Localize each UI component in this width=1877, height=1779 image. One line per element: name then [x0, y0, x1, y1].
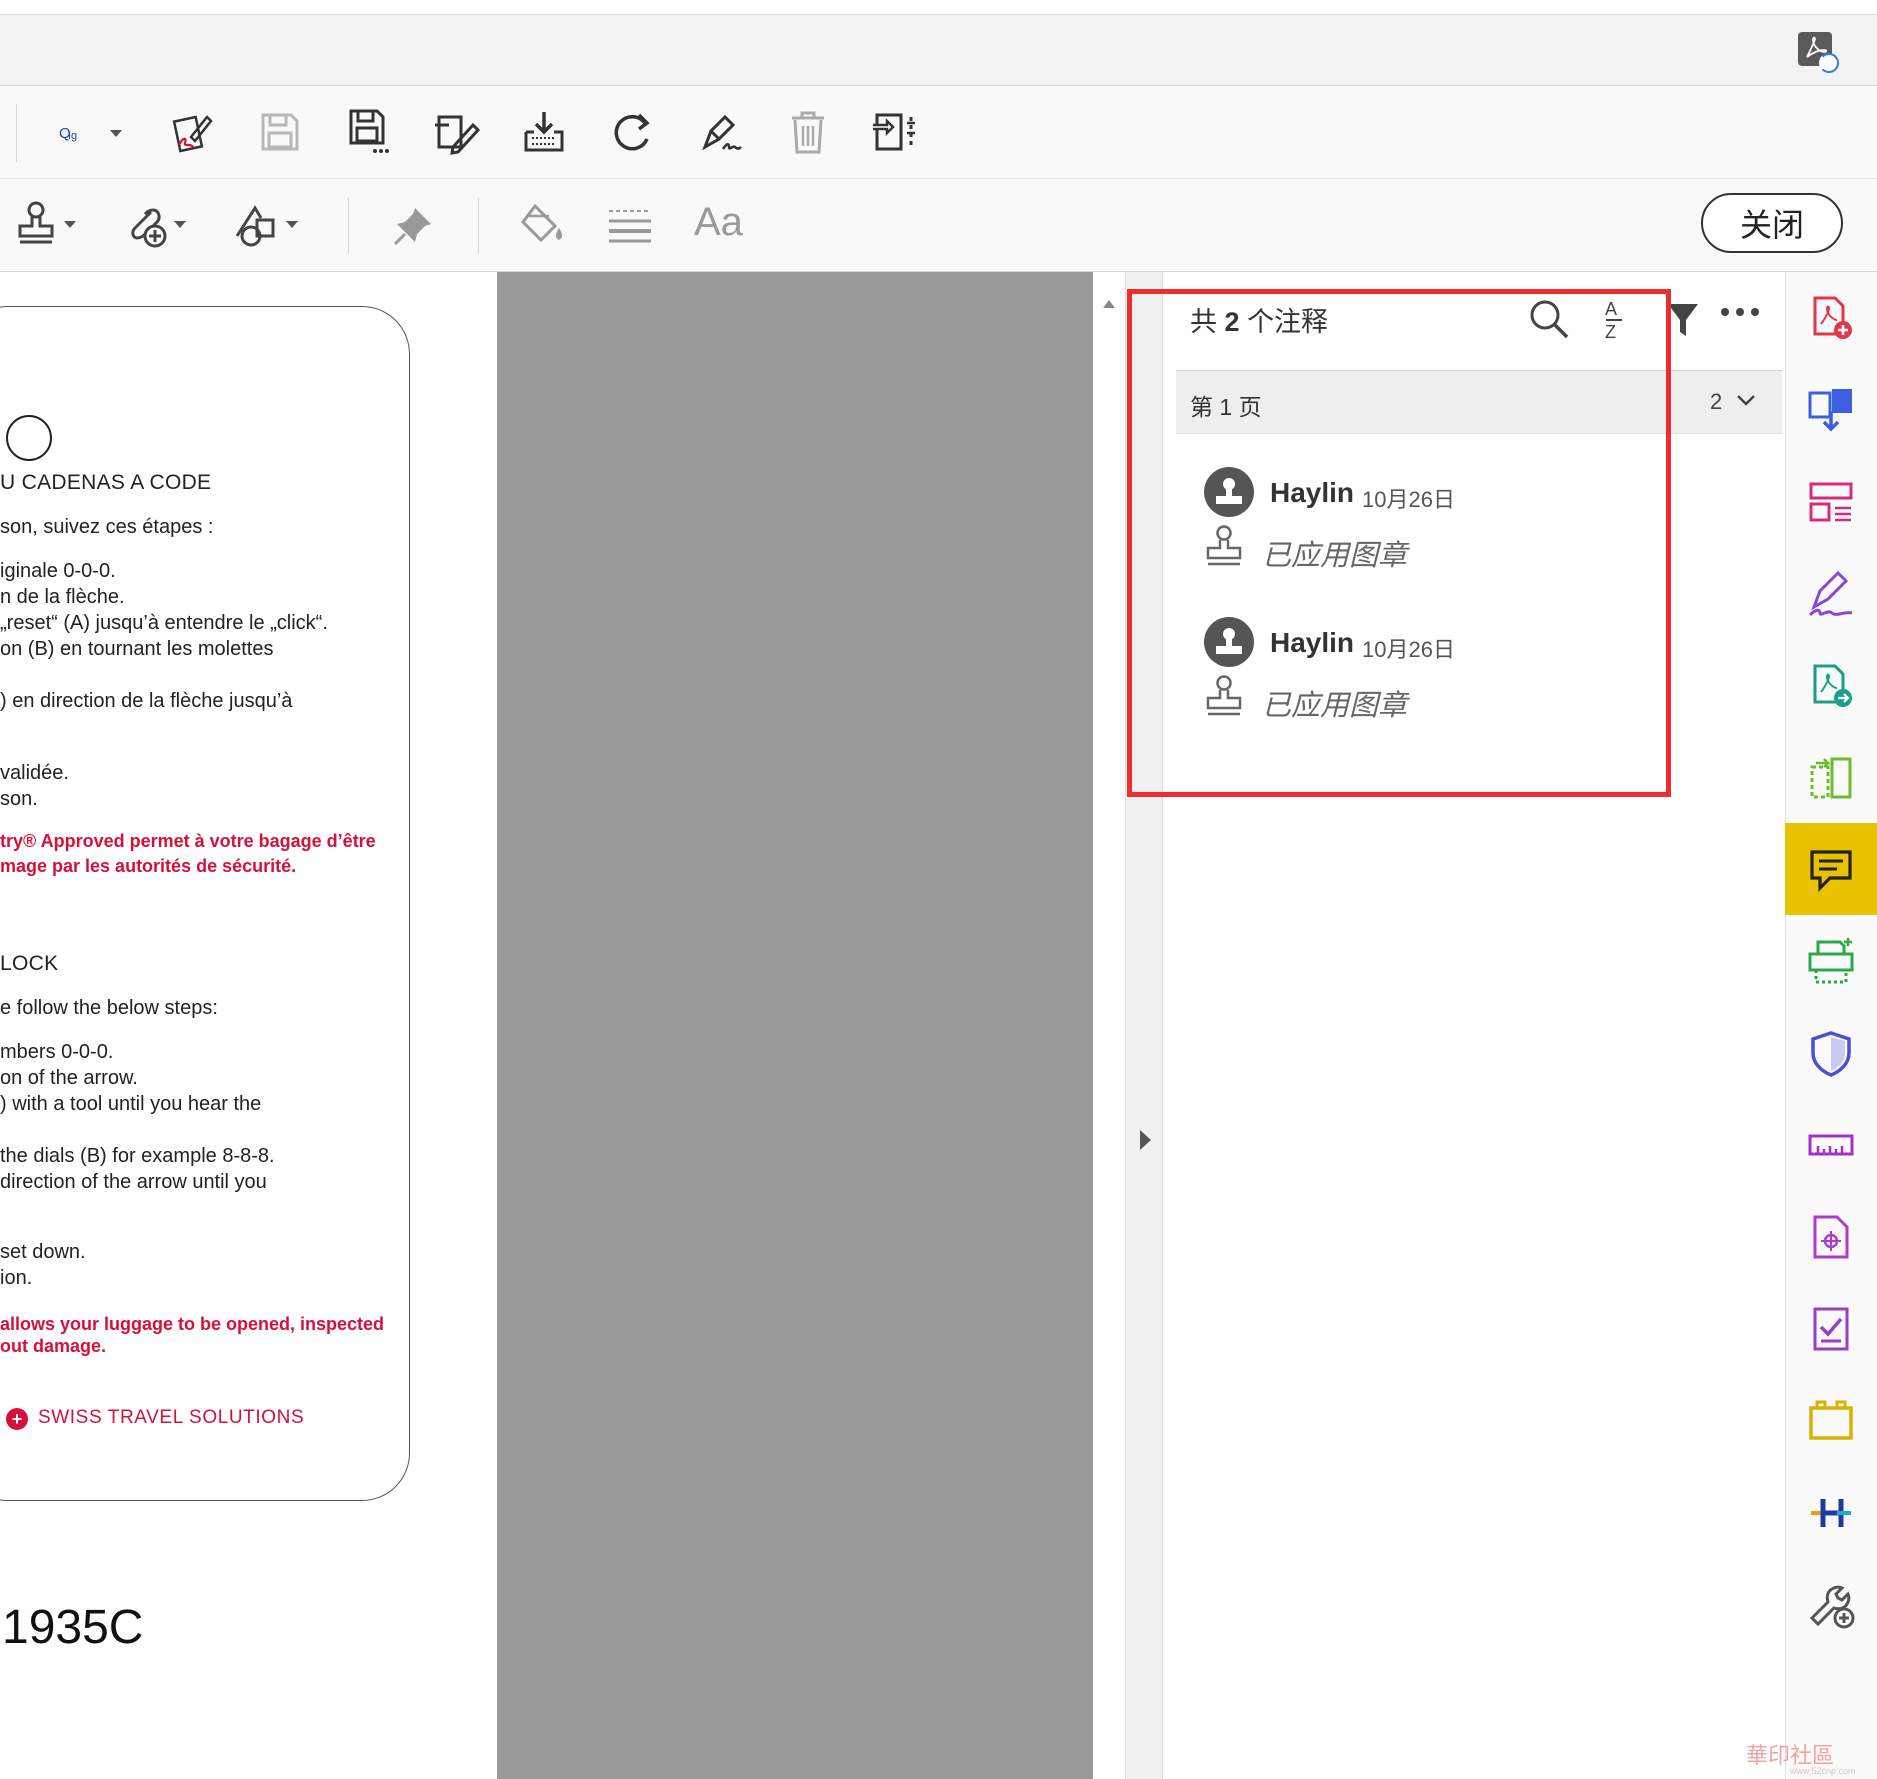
page-group-count: 2: [1710, 389, 1723, 414]
save-as-icon[interactable]: [340, 104, 396, 160]
collapse-panel-arrow-icon[interactable]: [1140, 1130, 1151, 1150]
text-select-icon[interactable]: Q Ig: [40, 104, 96, 160]
download-icon[interactable]: [516, 104, 572, 160]
filter-icon[interactable]: [1666, 300, 1700, 345]
title-bar: [0, 15, 1877, 86]
print-production-icon[interactable]: [1805, 1211, 1857, 1263]
toolbar-divider: [478, 198, 479, 254]
chevron-down-icon[interactable]: [1736, 393, 1756, 412]
export-page-icon[interactable]: [868, 104, 924, 160]
document-line: LOCK: [0, 952, 59, 975]
document-line: mbers 0-0-0.: [0, 1041, 114, 1063]
combine-files-icon[interactable]: [1805, 384, 1857, 436]
chevron-down-icon[interactable]: [174, 221, 186, 228]
measure-icon[interactable]: [1805, 1119, 1857, 1171]
document-line: son.: [0, 788, 38, 810]
more-tools-icon[interactable]: [1805, 1579, 1857, 1631]
document-line: try® Approved permet à votre bagage d’êt…: [0, 831, 376, 851]
close-button[interactable]: 关闭: [1701, 193, 1843, 253]
text-tool-label[interactable]: Aa: [694, 200, 743, 245]
pin-icon[interactable]: [386, 197, 442, 253]
document-line: out damage.: [0, 1336, 107, 1356]
delete-icon[interactable]: [780, 104, 836, 160]
document-line: allows your luggage to be opened, inspec…: [0, 1314, 385, 1334]
document-line: son, suivez ces étapes :: [0, 516, 214, 538]
document-line: U CADENAS A CODE: [0, 471, 212, 494]
toolbar-divider: [16, 104, 17, 162]
fill-icon[interactable]: [514, 197, 570, 253]
stamp-icon[interactable]: [8, 197, 64, 253]
toolbar-divider: [348, 198, 349, 254]
watermark-url: www.52cnp.com: [1790, 1766, 1856, 1776]
create-pdf-icon[interactable]: [1805, 292, 1857, 344]
canvas-background: [497, 272, 1093, 1779]
prepare-form-icon[interactable]: [1805, 1303, 1857, 1355]
comment-icon[interactable]: [1805, 843, 1857, 895]
edit-pdf-icon[interactable]: [1805, 752, 1857, 804]
vertical-scrollbar[interactable]: [1093, 272, 1126, 1779]
loading-spinner-icon: [1819, 53, 1839, 73]
sign-pen-icon[interactable]: [164, 104, 220, 160]
chevron-down-icon[interactable]: [64, 221, 76, 228]
document-line: ) en direction de la flèche jusqu’à: [0, 690, 293, 712]
document-line: ion.: [0, 1267, 33, 1289]
scan-icon[interactable]: [1805, 935, 1857, 987]
document-line: direction of the arrow until you: [0, 1171, 267, 1193]
redo-icon[interactable]: [604, 104, 660, 160]
scroll-up-arrow-icon[interactable]: [1103, 300, 1115, 308]
highlight-annotation-box: [1127, 289, 1671, 797]
document-line: mage par les autorités de sécurité.: [0, 856, 297, 876]
document-line: e follow the below steps:: [0, 997, 218, 1019]
document-line: on (B) en tournant les molettes: [0, 638, 274, 660]
protect-icon[interactable]: [1805, 1027, 1857, 1079]
attach-icon[interactable]: [118, 197, 174, 253]
fill-sign-icon[interactable]: [1805, 568, 1857, 620]
edit-pdf-icon[interactable]: [428, 104, 484, 160]
svg-text:Ig: Ig: [68, 130, 77, 142]
window-top-edge: [0, 0, 1877, 15]
shapes-icon[interactable]: [228, 197, 284, 253]
export-pdf-icon[interactable]: [1805, 660, 1857, 712]
document-line: set down.: [0, 1241, 86, 1263]
document-line: n de la flèche.: [0, 586, 125, 608]
acrobat-app-icon[interactable]: [1798, 32, 1839, 73]
lock-diagram-circle: [6, 415, 52, 461]
model-number: 1935C: [2, 1601, 144, 1654]
chevron-down-icon[interactable]: [110, 130, 122, 137]
index-icon[interactable]: [1805, 1487, 1857, 1539]
document-line: „reset“ (A) jusqu’à entendre le „click“.: [0, 612, 328, 634]
document-line: validée.: [0, 762, 69, 784]
document-line: on of the arrow.: [0, 1067, 138, 1089]
organize-pages-icon[interactable]: [1805, 476, 1857, 528]
brand-logo-icon: +: [6, 1408, 28, 1430]
signature-icon[interactable]: [692, 104, 748, 160]
save-disabled-icon[interactable]: [252, 104, 308, 160]
document-line: ) with a tool until you hear the: [0, 1093, 262, 1115]
document-line: iginale 0-0-0.: [0, 560, 116, 582]
chevron-down-icon[interactable]: [286, 221, 298, 228]
lines-icon[interactable]: [602, 197, 658, 253]
brand-name: SWISS TRAVEL SOLUTIONS: [38, 1407, 305, 1428]
rich-media-icon[interactable]: [1805, 1395, 1857, 1447]
document-line: the dials (B) for example 8-8-8.: [0, 1145, 275, 1167]
more-options-icon[interactable]: [1720, 305, 1760, 323]
